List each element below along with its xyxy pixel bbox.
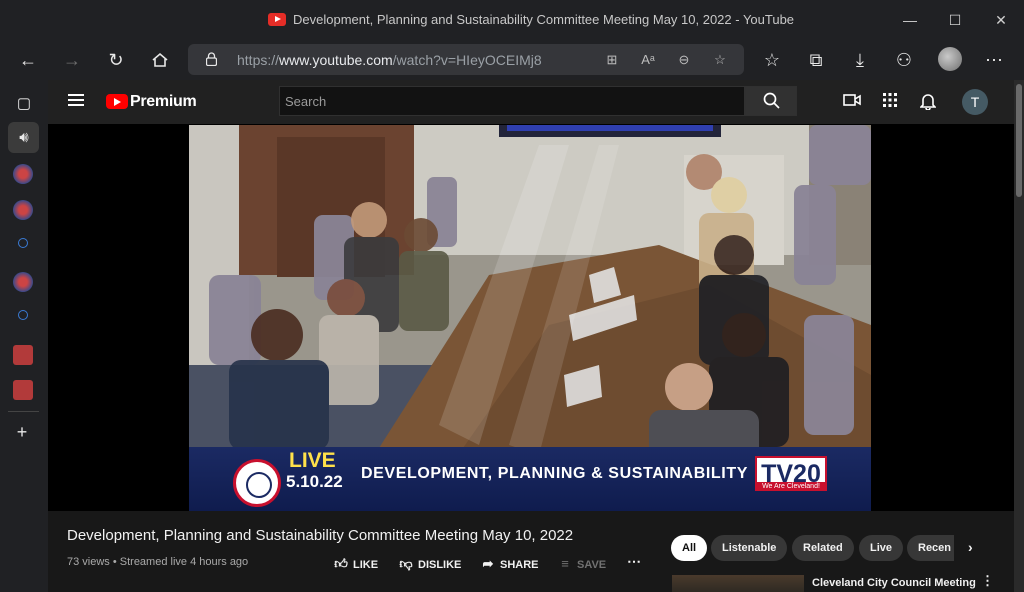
- chip-all[interactable]: All: [671, 535, 708, 561]
- video-meta: 73 views • Streamed live 4 hours ago: [67, 556, 249, 568]
- add-favorite-icon[interactable]: ☆: [710, 50, 730, 70]
- profile-avatar[interactable]: [938, 47, 962, 71]
- lock-icon: [206, 52, 217, 66]
- broadcast-lower-third: LIVE 5.10.22 DEVELOPMENT, PLANNING & SUS…: [189, 447, 871, 511]
- suggested-video[interactable]: Cleveland City Council Meeting ⋮: [672, 573, 1003, 592]
- downloads-icon[interactable]: ⤓: [846, 46, 874, 74]
- home-icon[interactable]: [146, 46, 174, 74]
- search-icon: [763, 92, 780, 109]
- scrollbar-thumb[interactable]: [1016, 84, 1022, 197]
- video-frame: LIVE 5.10.22 DEVELOPMENT, PLANNING & SUS…: [189, 125, 871, 511]
- browser-toolbar: ← → ↻ https://www.youtube.com/watch?v=HI…: [0, 40, 1024, 80]
- youtube-favicon: [268, 13, 286, 26]
- tab-favicon-icon[interactable]: [13, 164, 33, 184]
- speaker-icon[interactable]: 🔊︎: [10, 124, 38, 152]
- tab-favicon-icon[interactable]: [13, 272, 33, 292]
- chip-recent[interactable]: Recen: [907, 535, 954, 561]
- zoom-out-icon[interactable]: ⊖: [674, 50, 694, 70]
- notifications-bell-icon[interactable]: [918, 92, 938, 112]
- chip-related[interactable]: Related: [792, 535, 854, 561]
- more-menu-icon[interactable]: ⋯: [980, 46, 1008, 74]
- favorites-icon[interactable]: ☆: [758, 46, 786, 74]
- sidebar-divider: [8, 411, 39, 412]
- video-title: Development, Planning and Sustainability…: [67, 527, 574, 544]
- tab-favicon-icon[interactable]: [13, 200, 33, 220]
- search-tab-icon[interactable]: [18, 238, 28, 248]
- search-button[interactable]: [745, 86, 797, 116]
- add-playlist-icon: ≡: [561, 556, 569, 571]
- window-title: Development, Planning and Sustainability…: [293, 12, 795, 27]
- dislike-button[interactable]: 👎︎ DISLIKE: [398, 556, 461, 572]
- cleveland-city-council-seal-icon: [233, 459, 281, 507]
- refresh-icon[interactable]: ↻: [102, 46, 130, 74]
- youtube-brand[interactable]: Premium: [130, 93, 197, 111]
- pdf-icon[interactable]: [13, 380, 33, 400]
- browser-window: Development, Planning and Sustainability…: [0, 0, 1024, 592]
- overlay-date: 5.10.22: [286, 472, 343, 491]
- thumbs-down-icon: 👎︎: [399, 556, 413, 571]
- tab-actions-icon[interactable]: ▢: [10, 90, 38, 118]
- thumbs-up-icon: 👍︎: [334, 556, 348, 571]
- apps-icon[interactable]: ⊞: [602, 50, 622, 70]
- extensions-icon[interactable]: ⚇: [890, 46, 918, 74]
- read-aloud-icon[interactable]: Aᵃ: [638, 50, 658, 70]
- chip-live[interactable]: Live: [859, 535, 904, 561]
- page-scrollbar[interactable]: [1014, 80, 1024, 592]
- account-avatar[interactable]: T: [962, 89, 988, 115]
- create-video-icon[interactable]: [842, 92, 862, 112]
- suggested-video-title[interactable]: Cleveland City Council Meeting: [812, 577, 976, 589]
- forward-icon[interactable]: →: [58, 46, 86, 74]
- maximize-button[interactable]: ☐: [941, 8, 969, 32]
- pdf-icon[interactable]: [13, 345, 33, 365]
- address-bar[interactable]: https://www.youtube.com/watch?v=HIeyOCEI…: [188, 44, 744, 75]
- new-tab-icon[interactable]: +: [8, 418, 36, 446]
- close-button[interactable]: ✕: [987, 8, 1015, 32]
- minimize-button[interactable]: —: [896, 8, 924, 32]
- share-icon: ➦: [482, 556, 494, 571]
- search-input[interactable]: [279, 86, 745, 116]
- suggested-video-thumbnail[interactable]: [672, 575, 804, 592]
- back-icon[interactable]: ←: [14, 46, 42, 74]
- share-button[interactable]: ➦ SHARE: [480, 556, 539, 572]
- overlay-committee-name: DEVELOPMENT, PLANNING & SUSTAINABILITY: [361, 465, 748, 482]
- more-actions-icon[interactable]: ⋯: [627, 553, 641, 570]
- video-info-area: Development, Planning and Sustainability…: [48, 511, 1014, 592]
- url-text: https://www.youtube.com/watch?v=HIeyOCEI…: [237, 52, 542, 68]
- youtube-header: Premium T: [48, 80, 1014, 124]
- title-bar: Development, Planning and Sustainability…: [0, 0, 1024, 40]
- video-player[interactable]: LIVE 5.10.22 DEVELOPMENT, PLANNING & SUS…: [48, 124, 1014, 511]
- overlay-live: LIVE: [289, 449, 336, 472]
- like-button[interactable]: 👍︎ LIKE: [333, 556, 378, 572]
- chevron-right-icon[interactable]: ›: [968, 539, 973, 555]
- edge-sidebar: ▢ 🔊︎ +: [0, 80, 48, 592]
- search-tab-icon[interactable]: [18, 310, 28, 320]
- youtube-logo-icon[interactable]: [106, 94, 128, 109]
- collections-icon[interactable]: ⧉: [802, 46, 830, 74]
- hamburger-menu-icon[interactable]: [68, 94, 84, 106]
- overlay-station-tagline: We Are Cleveland!: [755, 482, 827, 491]
- save-button[interactable]: ≡ SAVE: [557, 556, 606, 571]
- chip-listenable[interactable]: Listenable: [711, 535, 788, 561]
- apps-grid-icon[interactable]: [880, 92, 900, 112]
- suggested-more-icon[interactable]: ⋮: [981, 573, 994, 589]
